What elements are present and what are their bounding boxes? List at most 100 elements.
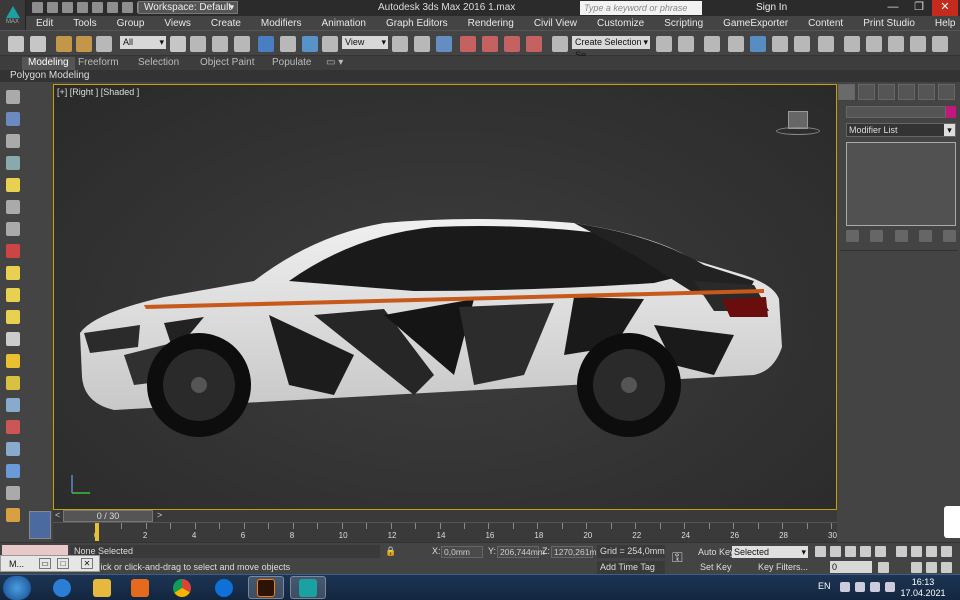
select-and-move-icon[interactable] <box>258 36 274 52</box>
window-crossing-icon[interactable] <box>234 36 250 52</box>
sign-in-button[interactable]: Sign In <box>756 2 787 13</box>
create-tab-icon[interactable] <box>838 84 855 100</box>
maximize-viewport-icon[interactable] <box>941 546 952 557</box>
lock-selection-icon[interactable]: 🔒 <box>385 546 396 557</box>
named-selection-dropdown[interactable]: Create Selection Se <box>572 36 650 60</box>
sphere-icon[interactable] <box>6 310 20 324</box>
play-icon[interactable] <box>845 546 856 557</box>
ribbon-tab-freeform[interactable]: Freeform <box>78 57 119 68</box>
media-player-icon[interactable] <box>122 576 158 599</box>
make-unique-icon[interactable] <box>894 230 908 242</box>
layer-explorer-icon[interactable] <box>704 36 720 52</box>
3ds-max-taskbar-icon[interactable] <box>290 576 326 599</box>
rendered-frame-icon[interactable] <box>844 36 860 52</box>
modifier-stack[interactable] <box>846 142 956 226</box>
character-icon[interactable] <box>6 442 20 456</box>
menu-content[interactable]: Content <box>798 18 853 29</box>
menu-modifiers[interactable]: Modifiers <box>251 18 312 29</box>
current-frame-marker[interactable] <box>95 523 99 541</box>
menu-gameexporter[interactable]: GameExporter <box>713 18 798 29</box>
modifier-list-dropdown[interactable]: Modifier List <box>846 123 956 137</box>
hold-icon[interactable] <box>107 2 118 13</box>
ribbon-tab-modeling[interactable]: Modeling <box>22 57 75 70</box>
menu-scripting[interactable]: Scripting <box>654 18 713 29</box>
time-slider[interactable]: < 0 / 30 > <box>53 510 837 522</box>
render-setup-icon[interactable] <box>818 36 834 52</box>
illustrator-icon[interactable] <box>248 576 284 599</box>
select-and-link-icon[interactable] <box>56 36 72 52</box>
new-file-icon[interactable] <box>32 2 43 13</box>
camera-icon[interactable] <box>6 244 20 258</box>
ribbon-tab-selection[interactable]: Selection <box>138 57 179 68</box>
fetch-icon[interactable] <box>122 2 133 13</box>
align-icon[interactable] <box>678 36 694 52</box>
z-coordinate-field[interactable]: 1270,261m <box>551 546 597 558</box>
utilities-tab-icon[interactable] <box>938 84 955 100</box>
file-explorer-icon[interactable] <box>84 576 120 599</box>
spinner-snap-icon[interactable] <box>526 36 542 52</box>
reference-coord-dropdown[interactable]: View <box>342 36 388 49</box>
menu-create[interactable]: Create <box>201 18 251 29</box>
menu-help[interactable]: Help <box>925 18 960 29</box>
render-iterative-icon[interactable] <box>910 36 926 52</box>
selection-filter-dropdown[interactable]: All <box>120 36 166 49</box>
go-to-end-icon[interactable] <box>875 546 886 557</box>
sort-icon[interactable] <box>6 486 20 500</box>
use-pivot-icon[interactable] <box>392 36 408 52</box>
language-indicator[interactable]: EN <box>818 581 831 591</box>
cone-icon[interactable] <box>6 332 20 346</box>
add-time-tag[interactable]: Add Time Tag <box>597 561 665 574</box>
edit-named-sets-icon[interactable] <box>552 36 568 52</box>
pin-stack-icon[interactable] <box>846 230 859 242</box>
save-icon[interactable] <box>62 2 73 13</box>
close-small-icon[interactable]: ✕ <box>81 558 93 569</box>
viewport-right[interactable]: [+] [Right ] [Shaded ] <box>53 84 837 510</box>
box-icon[interactable] <box>6 266 20 280</box>
ribbon-options-icon[interactable]: ▭ ▾ <box>326 57 343 68</box>
zoom-extents-icon[interactable] <box>926 546 937 557</box>
torus-icon[interactable] <box>6 376 20 390</box>
image-icon[interactable] <box>6 112 20 126</box>
current-frame-field[interactable]: 0 <box>830 561 872 573</box>
menu-civil-view[interactable]: Civil View <box>524 18 587 29</box>
start-button[interactable] <box>3 576 31 600</box>
percent-snap-icon[interactable] <box>504 36 520 52</box>
select-and-rotate-icon[interactable] <box>280 36 296 52</box>
teamviewer-icon[interactable] <box>206 576 242 599</box>
menu-graph-editors[interactable]: Graph Editors <box>376 18 458 29</box>
object-name-field[interactable] <box>846 106 946 118</box>
render-cloud-icon[interactable] <box>888 36 904 52</box>
ribbon-tab-object-paint[interactable]: Object Paint <box>200 57 254 68</box>
toggle-ribbon-icon[interactable] <box>728 36 744 52</box>
restore-icon[interactable]: ▭ <box>39 558 51 569</box>
select-object-icon[interactable] <box>170 36 186 52</box>
undo-icon[interactable] <box>77 2 88 13</box>
snaps-toggle-icon[interactable] <box>460 36 476 52</box>
prev-frame-arrow-icon[interactable]: < <box>55 510 60 520</box>
minimize-button[interactable]: — <box>880 0 906 16</box>
set-key-button[interactable]: Set Key <box>700 562 732 572</box>
configure-sets-icon[interactable] <box>943 230 956 242</box>
particles-icon[interactable] <box>6 200 20 214</box>
next-frame-icon[interactable] <box>860 546 871 557</box>
rect-selection-icon[interactable] <box>212 36 228 52</box>
close-button[interactable]: ✕ <box>932 0 958 16</box>
redo-icon[interactable] <box>30 36 46 52</box>
redo-icon[interactable] <box>92 2 103 13</box>
tube-icon[interactable] <box>6 420 20 434</box>
dots-icon[interactable] <box>6 398 20 412</box>
wind-icon[interactable] <box>6 222 20 236</box>
select-by-name-icon[interactable] <box>190 36 206 52</box>
panel-icon[interactable] <box>6 134 20 148</box>
render-production-icon[interactable] <box>866 36 882 52</box>
workspace-dropdown[interactable]: Workspace: Default <box>138 1 238 14</box>
search-input[interactable]: Type a keyword or phrase <box>580 1 702 15</box>
curve-editor-icon[interactable] <box>750 36 766 52</box>
network-icon[interactable] <box>855 582 865 592</box>
time-config-icon[interactable] <box>878 562 889 573</box>
sun-icon[interactable] <box>6 354 20 368</box>
select-and-scale-icon[interactable] <box>302 36 318 52</box>
car-model[interactable] <box>54 85 837 510</box>
mini-curve-editor-icon[interactable] <box>29 511 51 539</box>
clock[interactable]: 16:13 17.04.2021 <box>900 577 946 599</box>
